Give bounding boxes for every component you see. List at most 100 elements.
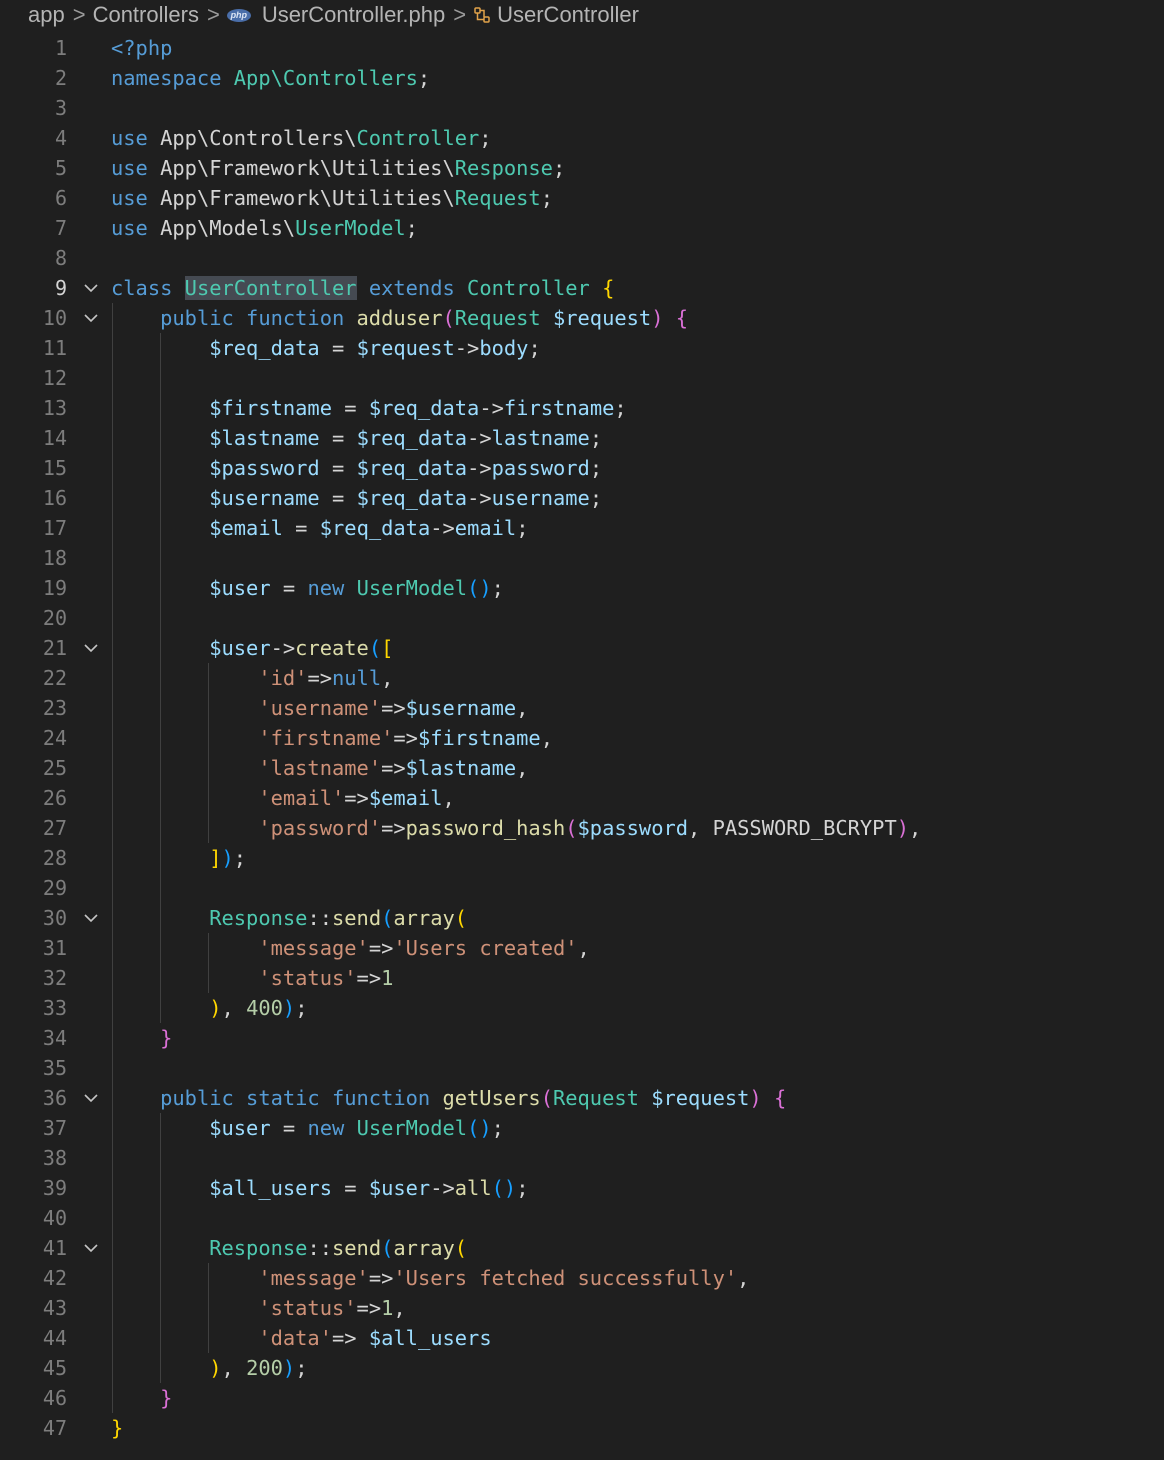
- code-token: ;: [516, 516, 529, 540]
- code-text: 'id'=>null,: [111, 663, 393, 693]
- code-line[interactable]: 32 'status'=>1: [0, 963, 1164, 993]
- code-line[interactable]: 25 'lastname'=>$lastname,: [0, 753, 1164, 783]
- code-line[interactable]: 28 ]);: [0, 843, 1164, 873]
- line-number: 35: [42, 1056, 67, 1080]
- code-text: public static function getUsers(Request …: [111, 1083, 786, 1113]
- code-line[interactable]: 30 Response::send(array(: [0, 903, 1164, 933]
- code-line[interactable]: 33 ), 400);: [0, 993, 1164, 1023]
- code-token: ::: [307, 1236, 332, 1260]
- code-line[interactable]: 45 ), 200);: [0, 1353, 1164, 1383]
- code-editor[interactable]: 1 <?php 2 namespace App\Controllers; 3 4 use A…: [0, 33, 1164, 1443]
- code-line[interactable]: 26 'email'=>$email,: [0, 783, 1164, 813]
- code-token: 'data': [258, 1326, 332, 1350]
- code-line[interactable]: 24 'firstname'=>$firstname,: [0, 723, 1164, 753]
- code-token: ,: [909, 816, 922, 840]
- breadcrumb-symbol[interactable]: UserController: [497, 2, 639, 28]
- code-line[interactable]: 47}: [0, 1413, 1164, 1443]
- line-number: 40: [42, 1206, 67, 1230]
- code-text: $username = $req_data->username;: [111, 483, 602, 513]
- code-line[interactable]: 44 'data'=> $all_users: [0, 1323, 1164, 1353]
- breadcrumb-folder-controllers[interactable]: Controllers: [93, 2, 199, 28]
- code-token: $firstname: [417, 726, 541, 750]
- code-line[interactable]: 10 public function adduser(Request $requ…: [0, 303, 1164, 333]
- code-line[interactable]: 37 $user = new UserModel();: [0, 1113, 1164, 1143]
- code-token: ->: [454, 336, 480, 360]
- code-line[interactable]: 35: [0, 1053, 1164, 1083]
- code-token: $email: [368, 786, 443, 810]
- code-token: Response: [209, 1236, 308, 1260]
- code-line[interactable]: 19 $user = new UserModel();: [0, 573, 1164, 603]
- chevron-right-icon: >: [206, 2, 220, 27]
- code-line[interactable]: 6 use App\Framework\Utilities\Request;: [0, 183, 1164, 213]
- code-line[interactable]: 46 }: [0, 1383, 1164, 1413]
- code-line[interactable]: 15 $password = $req_data->password;: [0, 453, 1164, 483]
- code-token: all: [454, 1176, 492, 1200]
- code-line[interactable]: 34 }: [0, 1023, 1164, 1053]
- fold-chevron-down-icon[interactable]: [82, 1240, 100, 1256]
- code-line[interactable]: 11 $req_data = $request->body;: [0, 333, 1164, 363]
- fold-chevron-down-icon[interactable]: [82, 280, 100, 296]
- code-text: $email = $req_data->email;: [111, 513, 528, 543]
- code-text: $password = $req_data->password;: [111, 453, 602, 483]
- code-token: ;: [479, 126, 492, 150]
- code-line[interactable]: 5 use App\Framework\Utilities\Response;: [0, 153, 1164, 183]
- code-line[interactable]: 3: [0, 93, 1164, 123]
- fold-chevron-down-icon[interactable]: [82, 910, 100, 926]
- code-line[interactable]: 20: [0, 603, 1164, 633]
- fold-chevron-down-icon[interactable]: [82, 640, 100, 656]
- line-number: 1: [54, 36, 67, 60]
- code-line[interactable]: 38: [0, 1143, 1164, 1173]
- code-token: Request: [454, 306, 553, 330]
- code-token: 400: [246, 996, 283, 1020]
- code-line[interactable]: 7 use App\Models\UserModel;: [0, 213, 1164, 243]
- code-line[interactable]: 9 class UserController extends Controller…: [0, 273, 1164, 303]
- code-line[interactable]: 21 $user->create([: [0, 633, 1164, 663]
- code-token: use: [111, 186, 161, 210]
- code-line[interactable]: 23 'username'=>$username,: [0, 693, 1164, 723]
- code-line[interactable]: 36 public static function getUsers(Reque…: [0, 1083, 1164, 1113]
- code-token: null: [332, 666, 382, 690]
- code-line[interactable]: 41 Response::send(array(: [0, 1233, 1164, 1263]
- code-line[interactable]: 22 'id'=>null,: [0, 663, 1164, 693]
- breadcrumb-file[interactable]: UserController.php: [262, 2, 445, 28]
- code-text: use App\Framework\Utilities\Request;: [111, 183, 553, 213]
- line-number: 44: [42, 1326, 67, 1350]
- code-token: (: [454, 1236, 468, 1260]
- code-line[interactable]: 8: [0, 243, 1164, 273]
- code-line[interactable]: 40: [0, 1203, 1164, 1233]
- code-line[interactable]: 29: [0, 873, 1164, 903]
- code-token: $req_data: [356, 456, 468, 480]
- code-line[interactable]: 2 namespace App\Controllers;: [0, 63, 1164, 93]
- code-token: $req_data: [356, 426, 468, 450]
- code-text: ]);: [111, 843, 246, 873]
- code-line[interactable]: 17 $email = $req_data->email;: [0, 513, 1164, 543]
- code-line[interactable]: 4 use App\Controllers\Controller;: [0, 123, 1164, 153]
- code-line[interactable]: 16 $username = $req_data->username;: [0, 483, 1164, 513]
- fold-chevron-down-icon[interactable]: [82, 310, 100, 326]
- code-token: (: [565, 816, 578, 840]
- code-line[interactable]: 1 <?php: [0, 33, 1164, 63]
- code-line[interactable]: 14 $lastname = $req_data->lastname;: [0, 423, 1164, 453]
- code-text: $user->create([: [111, 633, 393, 663]
- code-line[interactable]: 12: [0, 363, 1164, 393]
- code-token: $request: [356, 336, 455, 360]
- fold-chevron-down-icon[interactable]: [82, 1090, 100, 1106]
- line-number: 37: [42, 1116, 67, 1140]
- code-line[interactable]: 39 $all_users = $user->all();: [0, 1173, 1164, 1203]
- code-token: $user: [209, 576, 271, 600]
- breadcrumb-folder-app[interactable]: app: [28, 2, 65, 28]
- code-line[interactable]: 42 'message'=>'Users fetched successfull…: [0, 1263, 1164, 1293]
- code-line[interactable]: 31 'message'=>'Users created',: [0, 933, 1164, 963]
- code-line[interactable]: 13 $firstname = $req_data->firstname;: [0, 393, 1164, 423]
- line-number: 6: [54, 186, 67, 210]
- code-line[interactable]: 18: [0, 543, 1164, 573]
- code-line[interactable]: 43 'status'=>1,: [0, 1293, 1164, 1323]
- code-token: (: [381, 1236, 394, 1260]
- code-token: {: [602, 276, 615, 300]
- line-number: 5: [54, 156, 67, 180]
- code-line[interactable]: 27 'password'=>password_hash($password, …: [0, 813, 1164, 843]
- code-token: lastname: [491, 426, 590, 450]
